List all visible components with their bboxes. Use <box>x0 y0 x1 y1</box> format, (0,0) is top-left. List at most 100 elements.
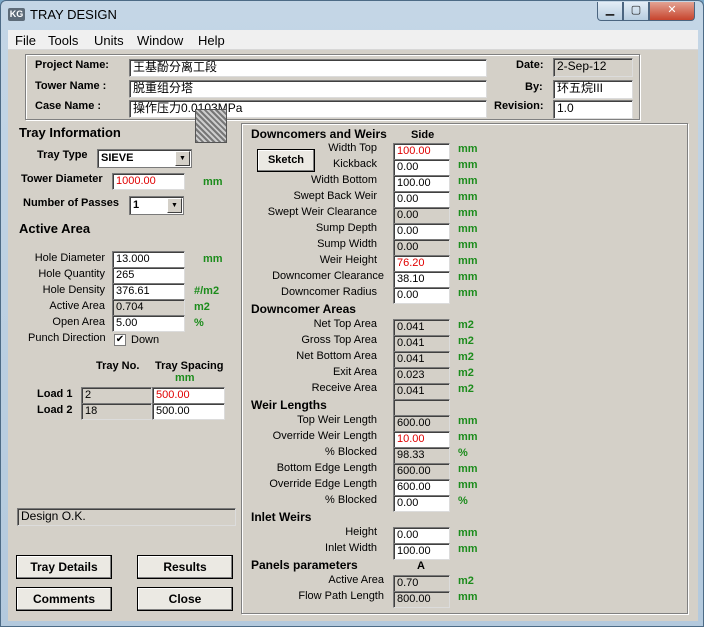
load-1-label: Load 1 <box>37 388 73 400</box>
app-window: KG TRAY DESIGN ▁ ▢ ✕ File Tools Units Wi… <box>0 0 704 627</box>
wl-unit: % <box>458 447 468 459</box>
menu-help[interactable]: Help <box>198 33 225 48</box>
project-name-label: Project Name: <box>35 59 109 71</box>
chevron-down-icon[interactable]: ▼ <box>167 198 182 213</box>
tray-spacing-header: Tray Spacing <box>155 360 224 372</box>
tray-no-header: Tray No. <box>96 360 140 372</box>
menu-tools[interactable]: Tools <box>48 33 78 48</box>
tower-name-field[interactable]: 脱重组分塔 <box>129 80 487 98</box>
wl-unit: % <box>458 495 468 507</box>
revision-label: Revision: <box>494 100 544 112</box>
comments-button[interactable]: Comments <box>16 587 112 611</box>
downcomer-radius-field[interactable]: 0.00 <box>393 287 450 304</box>
passes-select[interactable]: 1 ▼ <box>129 196 184 215</box>
open-area-unit: % <box>194 317 204 329</box>
hole-density-field[interactable]: 376.61 <box>112 283 185 300</box>
tower-diameter-field[interactable]: 1000.00 <box>112 173 185 190</box>
dca-label: Net Top Area <box>313 318 377 330</box>
panel-active-area-field: 0.70 <box>393 575 450 592</box>
dca-unit: m2 <box>458 319 474 331</box>
override-edge-length-field[interactable]: 600.00 <box>393 479 450 496</box>
punch-direction-value: Down <box>131 334 160 346</box>
swept-back-weir-field[interactable]: 0.00 <box>393 191 450 208</box>
hole-diameter-unit: mm <box>203 253 223 265</box>
wl-unit: mm <box>458 431 478 443</box>
maximize-button[interactable]: ▢ <box>623 2 649 21</box>
tower-diameter-label: Tower Diameter <box>21 173 103 185</box>
wl-label: Bottom Edge Length <box>276 462 377 474</box>
menu-bar: File Tools Units Window Help <box>8 30 698 50</box>
menu-units[interactable]: Units <box>94 33 124 48</box>
tray-information-heading: Tray Information <box>19 125 121 140</box>
edge-blocked-field[interactable]: 0.00 <box>393 495 450 512</box>
dc-unit: mm <box>458 143 478 155</box>
inlet-width-field[interactable]: 100.00 <box>393 543 450 560</box>
open-area-field[interactable]: 5.00 <box>112 315 185 332</box>
hole-diameter-field[interactable]: 13.000 <box>112 251 185 268</box>
menu-file[interactable]: File <box>15 33 36 48</box>
active-area-field: 0.704 <box>112 299 185 316</box>
weir-height-field[interactable]: 76.20 <box>393 255 450 272</box>
weir-lengths-heading: Weir Lengths <box>251 398 327 412</box>
active-area-heading: Active Area <box>19 221 91 236</box>
minimize-button[interactable]: ▁ <box>597 2 623 21</box>
override-weir-length-field[interactable]: 10.00 <box>393 431 450 448</box>
punch-direction-label: Punch Direction <box>28 332 106 344</box>
sump-depth-field[interactable]: 0.00 <box>393 223 450 240</box>
width-bottom-field[interactable]: 100.00 <box>393 175 450 192</box>
case-name-label: Case Name : <box>35 100 102 112</box>
panel-label: Active Area <box>328 574 384 586</box>
downcomers-heading: Downcomers and Weirs <box>251 127 387 141</box>
project-name-field[interactable]: 王基酚分离工段 <box>129 59 487 77</box>
dca-unit: m2 <box>458 383 474 395</box>
dc-label: Downcomer Clearance <box>272 270 384 282</box>
load-1-spacing[interactable]: 500.00 <box>152 387 225 404</box>
downcomer-clearance-field[interactable]: 38.10 <box>393 271 450 288</box>
top-weir-length-field: 600.00 <box>393 415 450 432</box>
tray-type-select[interactable]: SIEVE ▼ <box>97 149 192 168</box>
dc-unit: mm <box>458 191 478 203</box>
app-icon: KG <box>8 8 25 21</box>
dc-label: Sump Width <box>317 238 377 250</box>
kickback-field[interactable]: 0.00 <box>393 159 450 176</box>
dc-unit: mm <box>458 159 478 171</box>
by-field[interactable]: 环五烷III <box>553 80 633 99</box>
panel-unit: mm <box>458 591 478 603</box>
panels-heading: Panels parameters <box>251 558 358 572</box>
swept-weir-clearance-field: 0.00 <box>393 207 450 224</box>
hole-density-label: Hole Density <box>42 284 105 296</box>
gross-top-area-field: 0.041 <box>393 335 450 352</box>
dca-label: Gross Top Area <box>301 334 377 346</box>
exit-area-field: 0.023 <box>393 367 450 384</box>
status-field: Design O.K. <box>17 508 236 526</box>
hole-quantity-field[interactable]: 265 <box>112 267 185 284</box>
load-2-spacing[interactable]: 500.00 <box>152 403 225 420</box>
dc-label: Sump Depth <box>315 222 377 234</box>
tray-details-button[interactable]: Tray Details <box>16 555 112 579</box>
tower-diameter-unit: mm <box>203 176 223 188</box>
case-name-field[interactable]: 操作压力0.0103MPa <box>129 100 487 118</box>
tray-type-label: Tray Type <box>37 149 88 161</box>
side-header: Side <box>411 129 435 141</box>
close-button[interactable]: Close <box>137 587 233 611</box>
iw-label: Inlet Width <box>325 542 377 554</box>
dca-unit: m2 <box>458 335 474 347</box>
menu-window[interactable]: Window <box>137 33 183 48</box>
dca-label: Exit Area <box>332 366 377 378</box>
revision-field[interactable]: 1.0 <box>553 100 633 119</box>
chevron-down-icon[interactable]: ▼ <box>175 151 190 166</box>
tray-type-value: SIEVE <box>101 152 134 164</box>
dc-label: Downcomer Radius <box>281 286 377 298</box>
results-button[interactable]: Results <box>137 555 233 579</box>
close-window-button[interactable]: ✕ <box>649 2 695 21</box>
punch-direction-checkbox[interactable]: ✔ <box>114 334 126 346</box>
wl-label: Top Weir Length <box>297 414 377 426</box>
net-top-area-field: 0.041 <box>393 319 450 336</box>
inlet-weirs-heading: Inlet Weirs <box>251 510 312 524</box>
panel-unit: m2 <box>458 575 474 587</box>
title-bar[interactable]: KG TRAY DESIGN ▁ ▢ ✕ <box>1 1 703 29</box>
dca-label: Receive Area <box>311 382 377 394</box>
inlet-height-field[interactable]: 0.00 <box>393 527 450 544</box>
width-top-field[interactable]: 100.00 <box>393 143 450 160</box>
open-area-label: Open Area <box>52 316 105 328</box>
